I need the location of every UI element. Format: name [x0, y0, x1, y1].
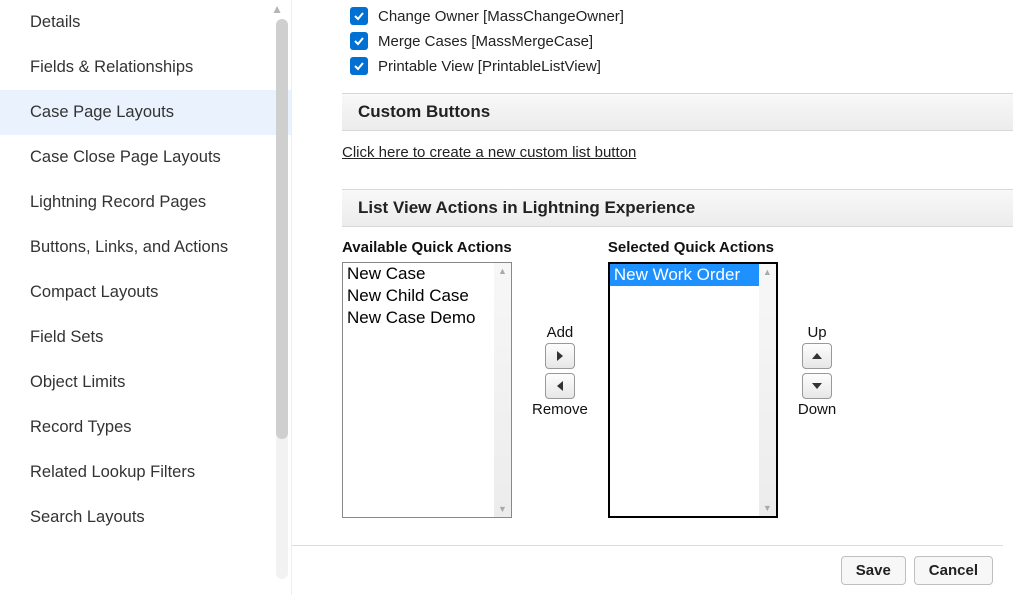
sidebar-item-object-limits[interactable]: Object Limits	[0, 360, 291, 405]
checkbox-label: Merge Cases [MassMergeCase]	[378, 33, 593, 50]
list-item[interactable]: New Child Case	[343, 285, 511, 307]
scroll-down-icon[interactable]: ▼	[498, 501, 507, 517]
sidebar-scroll-thumb[interactable]	[276, 19, 288, 439]
sidebar: ▲ DetailsFields & RelationshipsCase Page…	[0, 0, 292, 595]
selected-list-scrollbar[interactable]: ▲ ▼	[759, 264, 776, 516]
cancel-button[interactable]: Cancel	[914, 556, 993, 585]
sidebar-scroll-up-icon[interactable]: ▲	[271, 2, 283, 16]
list-item[interactable]: New Case	[343, 263, 511, 285]
arrow-left-icon	[555, 381, 565, 391]
checkbox[interactable]	[350, 7, 368, 25]
sidebar-item-details[interactable]: Details	[0, 0, 291, 45]
sidebar-item-case-page-layouts[interactable]: Case Page Layouts	[0, 90, 291, 135]
up-button[interactable]	[802, 343, 832, 369]
standard-button-row: Change Owner [MassChangeOwner]	[350, 7, 1013, 25]
scroll-down-icon[interactable]: ▼	[763, 500, 772, 516]
save-button[interactable]: Save	[841, 556, 906, 585]
sidebar-item-related-lookup-filters[interactable]: Related Lookup Filters	[0, 450, 291, 495]
selected-actions-label: Selected Quick Actions	[608, 239, 778, 256]
standard-buttons-checks: Change Owner [MassChangeOwner] Merge Case…	[342, 0, 1013, 75]
checkbox[interactable]	[350, 57, 368, 75]
selected-actions-listbox[interactable]: New Work Order ▲ ▼	[608, 262, 778, 518]
checkbox-label: Printable View [PrintableListView]	[378, 58, 601, 75]
arrow-right-icon	[555, 351, 565, 361]
sidebar-item-buttons-links-and-actions[interactable]: Buttons, Links, and Actions	[0, 225, 291, 270]
down-label: Down	[798, 401, 836, 418]
available-actions-label: Available Quick Actions	[342, 239, 512, 256]
down-button[interactable]	[802, 373, 832, 399]
arrow-up-icon	[812, 351, 822, 361]
create-custom-list-button-link[interactable]: Click here to create a new custom list b…	[342, 144, 636, 161]
list-view-actions-header: List View Actions in Lightning Experienc…	[342, 189, 1013, 227]
sidebar-item-field-sets[interactable]: Field Sets	[0, 315, 291, 360]
add-button[interactable]	[545, 343, 575, 369]
add-label: Add	[547, 324, 574, 341]
scroll-up-icon[interactable]: ▲	[763, 264, 772, 280]
custom-buttons-header: Custom Buttons	[342, 93, 1013, 131]
up-label: Up	[807, 324, 826, 341]
sidebar-item-search-layouts[interactable]: Search Layouts	[0, 495, 291, 540]
list-item[interactable]: New Work Order	[610, 264, 776, 286]
sidebar-item-record-types[interactable]: Record Types	[0, 405, 291, 450]
available-list-scrollbar[interactable]: ▲ ▼	[494, 263, 511, 517]
checkbox[interactable]	[350, 32, 368, 50]
scroll-up-icon[interactable]: ▲	[498, 263, 507, 279]
remove-label: Remove	[532, 401, 588, 418]
standard-button-row: Printable View [PrintableListView]	[350, 57, 1013, 75]
available-actions-listbox[interactable]: New CaseNew Child CaseNew Case Demo ▲ ▼	[342, 262, 512, 518]
checkbox-label: Change Owner [MassChangeOwner]	[378, 8, 624, 25]
footer-bar: Save Cancel	[292, 545, 1003, 595]
sidebar-item-fields-relationships[interactable]: Fields & Relationships	[0, 45, 291, 90]
list-item[interactable]: New Case Demo	[343, 307, 511, 329]
sidebar-item-case-close-page-layouts[interactable]: Case Close Page Layouts	[0, 135, 291, 180]
remove-button[interactable]	[545, 373, 575, 399]
standard-button-row: Merge Cases [MassMergeCase]	[350, 32, 1013, 50]
sidebar-item-lightning-record-pages[interactable]: Lightning Record Pages	[0, 180, 291, 225]
sidebar-item-compact-layouts[interactable]: Compact Layouts	[0, 270, 291, 315]
arrow-down-icon	[812, 381, 822, 391]
sidebar-scrollbar[interactable]	[276, 19, 288, 579]
